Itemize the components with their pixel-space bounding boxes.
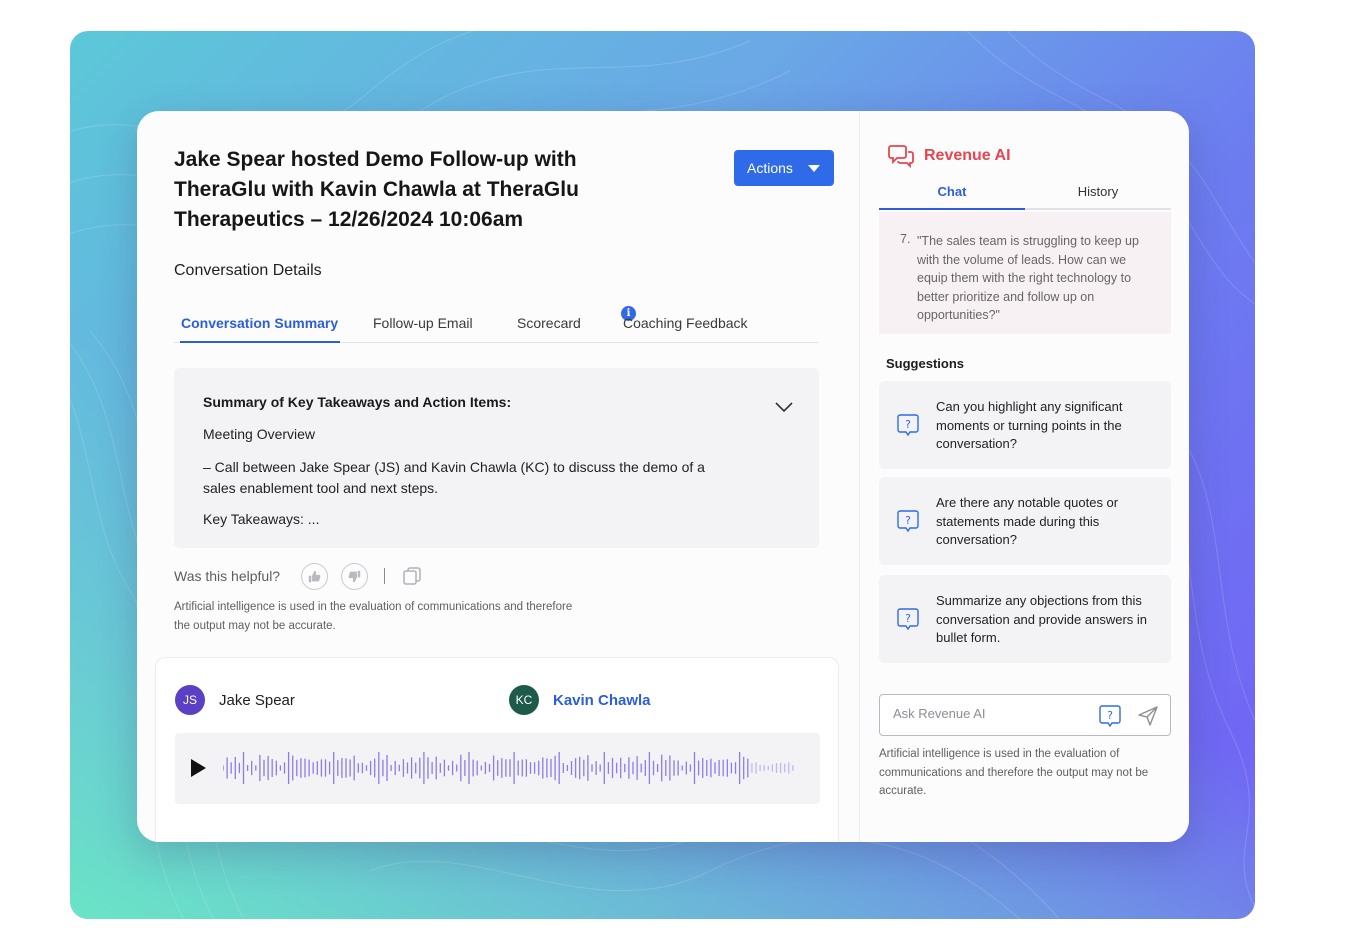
suggestion-text: Can you highlight any significant moment… [936, 399, 1123, 451]
avatar: JS [175, 685, 205, 715]
divider [384, 568, 386, 584]
active-tab-indicator [180, 341, 340, 343]
participant-kavin[interactable]: KC Kavin Chawla [509, 685, 651, 715]
summary-heading: Summary of Key Takeaways and Action Item… [203, 394, 512, 410]
svg-text:?: ? [1107, 709, 1113, 722]
suggestion-item[interactable]: ? Summarize any objections from this con… [879, 575, 1171, 663]
send-icon[interactable] [1137, 705, 1159, 727]
conversation-panel: Jake Spear hosted Demo Follow-up with Th… [137, 111, 859, 842]
active-tab-indicator [879, 208, 1025, 210]
revenue-ai-panel: Revenue AI Chat History 7. "The sales te… [860, 111, 1189, 842]
suggestions-title: Suggestions [886, 356, 965, 371]
tab-history[interactable]: History [1025, 184, 1171, 199]
ai-disclaimer: Artificial intelligence is used in the e… [174, 601, 573, 632]
page-title: Jake Spear hosted Demo Follow-up with Th… [174, 148, 579, 231]
question-number: 7. [900, 232, 911, 246]
helpful-question: Was this helpful? [174, 568, 281, 584]
tab-conversation-summary[interactable]: Conversation Summary [181, 315, 338, 331]
revenue-ai-header: Revenue AI [888, 144, 1011, 168]
question-bubble-icon[interactable]: ? [1099, 705, 1121, 729]
question-bubble-icon: ? [897, 510, 919, 533]
chevron-down-icon[interactable] [775, 401, 793, 413]
revenue-ai-title: Revenue AI [924, 147, 1011, 164]
question-bubble-icon: ? [897, 414, 919, 437]
prior-question: 7. "The sales team is struggling to keep… [879, 212, 1171, 334]
feedback-row: Was this helpful? [174, 561, 422, 591]
thumbs-up-icon[interactable] [301, 562, 329, 590]
conversation-tabs: Conversation Summary Follow-up Email Sco… [174, 306, 819, 343]
section-title: Conversation Details [174, 262, 322, 279]
svg-text:?: ? [905, 418, 911, 431]
suggestion-item[interactable]: ? Are there any notable quotes or statem… [879, 477, 1171, 565]
waveform[interactable] [223, 747, 798, 789]
conversation-card: Jake Spear hosted Demo Follow-up with Th… [137, 111, 1189, 842]
summary-overview: Meeting Overview [203, 426, 316, 442]
question-text: "The sales team is struggling to keep up… [917, 234, 1139, 322]
tab-chat[interactable]: Chat [879, 184, 1025, 199]
ai-disclaimer: Artificial intelligence is used in the e… [879, 748, 1149, 797]
summary-detail: – Call between Jake Spear (JS) and Kavin… [203, 459, 705, 496]
summary-takeaways: Key Takeaways: ... [203, 511, 320, 527]
chat-bubbles-icon [888, 145, 914, 168]
summary-panel: Summary of Key Takeaways and Action Item… [174, 368, 819, 548]
ask-revenue-ai-field[interactable]: ? [879, 694, 1171, 736]
suggestion-text: Are there any notable quotes or statemen… [936, 495, 1119, 547]
tab-follow-up-email[interactable]: Follow-up Email [373, 315, 473, 331]
suggestion-item[interactable]: ? Can you highlight any significant mome… [879, 381, 1171, 469]
svg-text:?: ? [905, 514, 911, 527]
audio-player: JS Jake Spear KC Kavin Chawla [155, 657, 839, 842]
caret-down-icon [808, 165, 820, 172]
copy-icon[interactable] [402, 566, 422, 586]
actions-button[interactable]: Actions [734, 150, 834, 186]
actions-label: Actions [747, 160, 793, 176]
question-bubble-icon: ? [897, 608, 919, 631]
participant-name-link[interactable]: Kavin Chawla [553, 692, 651, 709]
play-icon[interactable] [191, 759, 206, 777]
participant-jake[interactable]: JS Jake Spear [175, 685, 295, 715]
suggestion-text: Summarize any objections from this conve… [936, 593, 1148, 645]
waveform-track[interactable] [175, 733, 820, 804]
ask-input[interactable] [893, 706, 1083, 721]
participant-name: Jake Spear [219, 691, 295, 709]
tab-scorecard[interactable]: Scorecard [517, 315, 581, 331]
thumbs-down-icon[interactable] [341, 562, 369, 590]
svg-text:?: ? [905, 612, 911, 625]
revenue-ai-tabs: Chat History [879, 181, 1171, 210]
avatar: KC [509, 685, 539, 715]
tab-coaching-feedback[interactable]: Coaching Feedback [623, 315, 748, 331]
